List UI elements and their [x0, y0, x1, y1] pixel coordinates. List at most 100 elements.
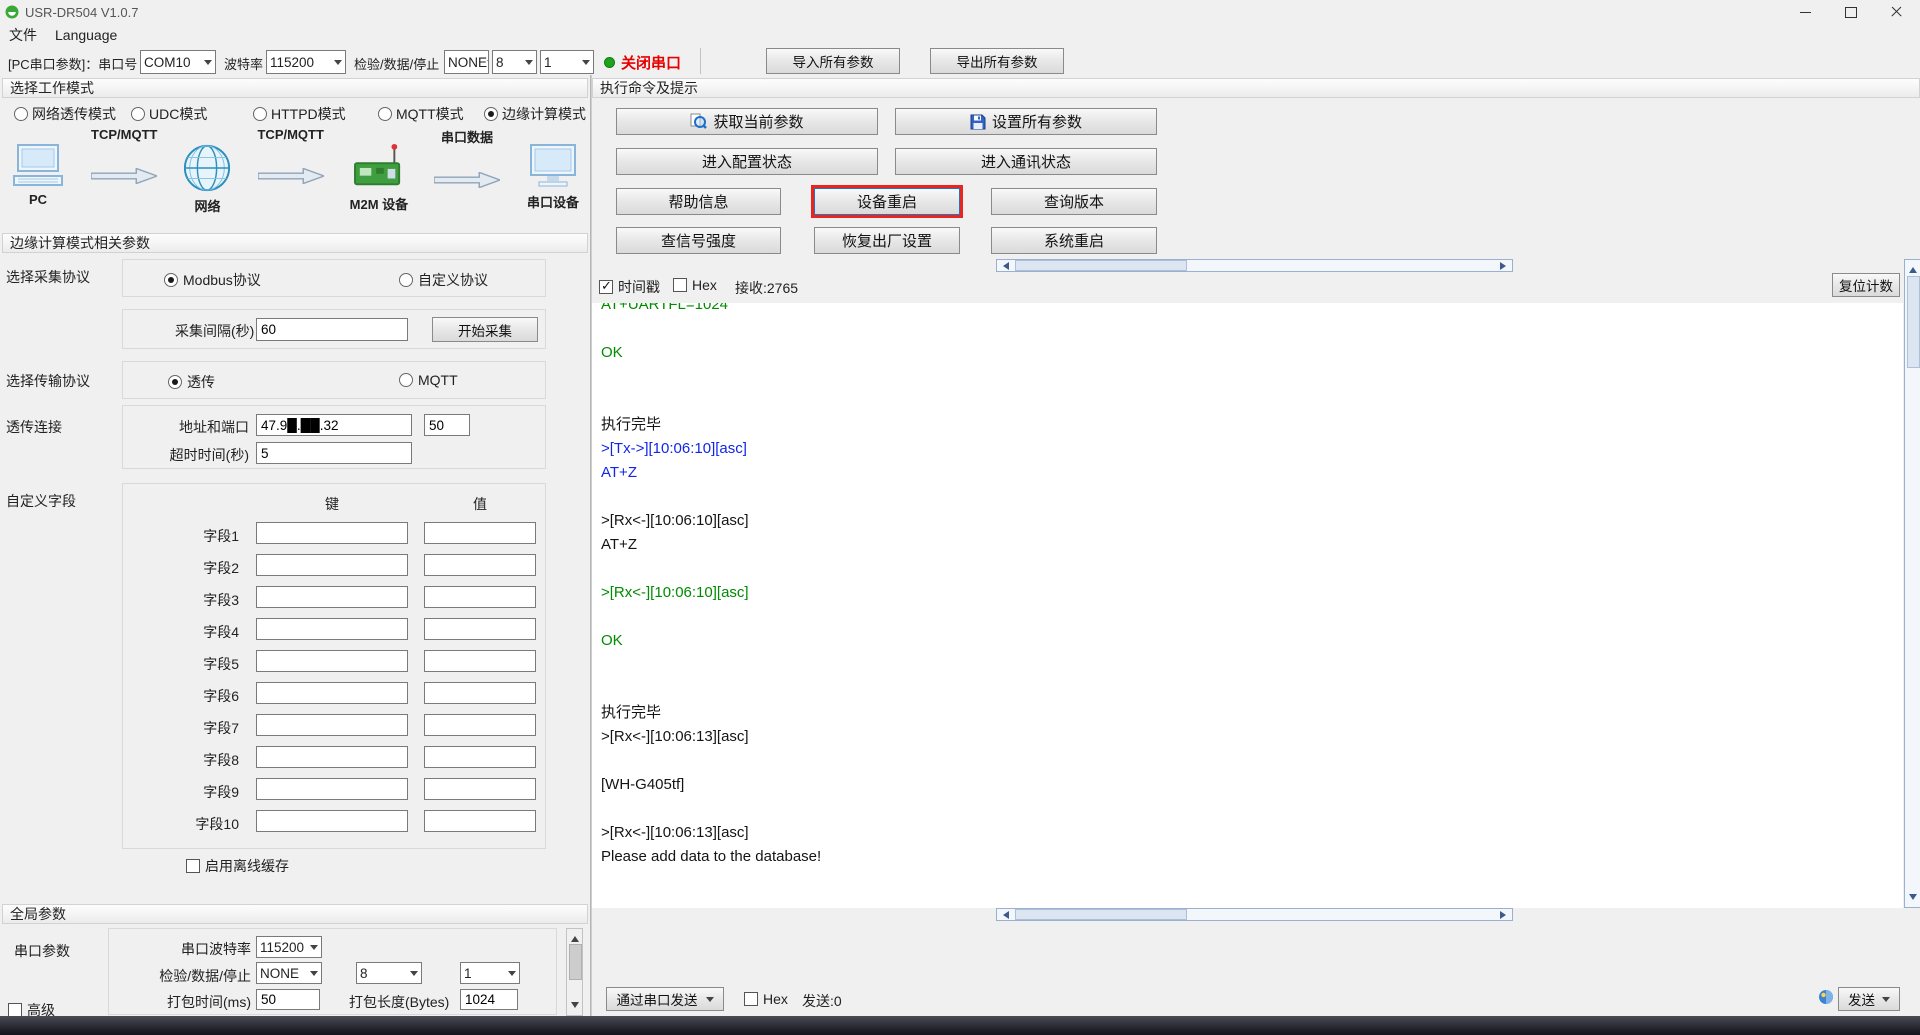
scroll-down-icon[interactable] — [570, 1002, 579, 1012]
field-key-input[interactable] — [256, 522, 408, 544]
scrollbar-thumb[interactable] — [1907, 276, 1920, 368]
com-port-select[interactable]: COM10 — [140, 50, 216, 74]
hex-display-option[interactable]: Hex — [673, 277, 717, 293]
close-button[interactable] — [1874, 0, 1920, 24]
query-signal-button[interactable]: 查信号强度 — [616, 227, 781, 254]
menu-file[interactable]: 文件 — [9, 25, 37, 45]
collect-protocol-option[interactable]: Modbus协议 — [164, 270, 261, 290]
query-version-button[interactable]: 查询版本 — [991, 188, 1157, 215]
field-value-input[interactable] — [424, 618, 536, 640]
send-via-serial-button[interactable]: 通过串口发送 — [606, 987, 724, 1011]
log-top-scrollbar[interactable] — [996, 259, 1513, 272]
global-baud-select[interactable]: 115200 — [256, 936, 322, 958]
scroll-down-icon[interactable] — [1908, 894, 1917, 904]
scroll-right-icon[interactable] — [1500, 910, 1510, 919]
advanced-checkbox[interactable] — [8, 1003, 22, 1017]
maximize-button[interactable] — [1828, 0, 1874, 24]
field-value-input[interactable] — [424, 586, 536, 608]
reset-count-button[interactable]: 复位计数 — [1832, 273, 1900, 297]
field-key-input[interactable] — [256, 810, 408, 832]
work-mode-option[interactable]: 网络透传模式 — [14, 104, 116, 124]
factory-reset-button[interactable]: 恢复出厂设置 — [814, 227, 960, 254]
collect-protocol-option[interactable]: 自定义协议 — [399, 270, 488, 290]
field-value-input[interactable] — [424, 650, 536, 672]
field-value-input[interactable] — [424, 522, 536, 544]
field-key-input[interactable] — [256, 746, 408, 768]
pack-time-input[interactable] — [256, 989, 320, 1010]
help-info-button[interactable]: 帮助信息 — [616, 188, 781, 215]
device-restart-button[interactable]: 设备重启 — [814, 188, 960, 215]
field-value-input[interactable] — [424, 682, 536, 704]
get-params-button[interactable]: 获取当前参数 — [616, 108, 878, 135]
field-key-input[interactable] — [256, 554, 408, 576]
global-databits-select[interactable]: 8 — [356, 962, 422, 984]
field-value-input[interactable] — [424, 810, 536, 832]
taskbar-strip — [0, 1016, 1920, 1035]
work-mode-option[interactable]: UDC模式 — [131, 104, 207, 124]
baud-select[interactable]: 115200 — [266, 50, 346, 74]
field-key-input[interactable] — [256, 618, 408, 640]
work-mode-option[interactable]: MQTT模式 — [378, 104, 464, 124]
close-port-button[interactable]: 关闭串口 — [604, 52, 681, 73]
field-value-input[interactable] — [424, 746, 536, 768]
field-key-input[interactable] — [256, 650, 408, 672]
timestamp-option[interactable]: 时间戳 — [599, 277, 660, 297]
field-value-input[interactable] — [424, 778, 536, 800]
pack-len-input[interactable] — [460, 989, 518, 1010]
global-stopbits-select[interactable]: 1 — [460, 962, 520, 984]
work-mode-option[interactable]: 边缘计算模式 — [484, 104, 586, 124]
offline-cache-checkbox[interactable] — [186, 859, 200, 873]
scroll-left-icon[interactable] — [999, 261, 1009, 270]
set-params-button[interactable]: 设置所有参数 — [895, 108, 1157, 135]
send-hex-checkbox[interactable] — [744, 992, 758, 1006]
log-bottom-scrollbar[interactable] — [996, 908, 1513, 921]
log-line: >[Rx<-][10:06:13][asc] — [601, 824, 749, 841]
scrollbar-thumb[interactable] — [569, 944, 582, 980]
transfer-protocol-option[interactable]: 透传 — [168, 372, 215, 392]
scroll-up-icon[interactable] — [570, 932, 579, 942]
scrollbar-thumb[interactable] — [1015, 260, 1187, 271]
field-value-input[interactable] — [424, 714, 536, 736]
log-output[interactable]: AT+UARTFL=1024 OK 执行完毕 >[Tx->][10:06:10]… — [592, 303, 1903, 908]
send-button[interactable]: 发送 — [1838, 987, 1900, 1011]
export-params-button[interactable]: 导出所有参数 — [930, 48, 1064, 74]
stopbits-select[interactable]: 1 — [540, 50, 594, 74]
field-key-input[interactable] — [256, 586, 408, 608]
scroll-up-icon[interactable] — [1908, 263, 1917, 273]
field-value-input[interactable] — [424, 554, 536, 576]
timestamp-checkbox[interactable] — [599, 278, 613, 294]
databits-select[interactable]: 8 — [492, 50, 537, 74]
system-restart-button[interactable]: 系统重启 — [991, 227, 1157, 254]
timeout-input[interactable] — [256, 442, 412, 464]
log-vertical-scrollbar[interactable] — [1904, 259, 1920, 908]
start-collect-button[interactable]: 开始采集 — [432, 317, 538, 342]
field-key-input[interactable] — [256, 714, 408, 736]
scroll-right-icon[interactable] — [1500, 261, 1510, 270]
radio-icon — [168, 375, 182, 389]
work-mode-option[interactable]: HTTPD模式 — [253, 104, 346, 124]
custom-field-row: 字段6 — [123, 682, 547, 706]
send-hex-option[interactable]: Hex — [744, 991, 788, 1007]
pack-len-label: 打包长度(Bytes) — [349, 994, 450, 1010]
scrollbar-thumb[interactable] — [1015, 909, 1187, 920]
menu-language[interactable]: Language — [55, 27, 117, 43]
global-params-scrollbar[interactable] — [566, 928, 583, 1016]
enter-comm-button[interactable]: 进入通讯状态 — [895, 148, 1157, 175]
collect-interval-input[interactable] — [256, 318, 408, 341]
scroll-left-icon[interactable] — [999, 910, 1009, 919]
transfer-protocol-option[interactable]: MQTT — [399, 372, 458, 388]
offline-cache-option[interactable]: 启用离线缓存 — [186, 856, 289, 876]
transfer-protocol-label: 选择传输协议 — [6, 373, 90, 389]
address-input[interactable] — [256, 414, 412, 436]
enter-config-button[interactable]: 进入配置状态 — [616, 148, 878, 175]
hex-checkbox[interactable] — [673, 278, 687, 292]
field-key-input[interactable] — [256, 682, 408, 704]
global-parity-select[interactable]: NONE — [256, 962, 322, 984]
parity-select[interactable]: NONE — [444, 50, 489, 74]
import-params-button[interactable]: 导入所有参数 — [766, 48, 900, 74]
port-input[interactable] — [424, 414, 470, 436]
field-key-input[interactable] — [256, 778, 408, 800]
minimize-button[interactable] — [1782, 0, 1828, 24]
